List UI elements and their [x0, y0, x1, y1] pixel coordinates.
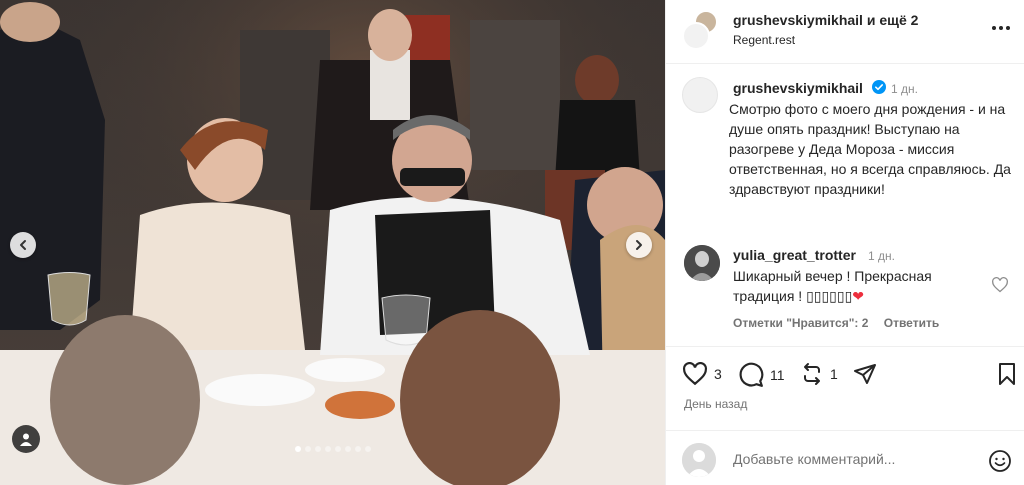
share-button[interactable]	[852, 362, 878, 386]
save-button[interactable]	[996, 362, 1018, 386]
comment-time[interactable]: 1 дн.	[868, 249, 895, 263]
like-comment-heart-icon[interactable]	[991, 277, 1009, 293]
post-side-panel: grushevskiymikhail и ещё 2 Regent.rest g…	[665, 0, 1024, 485]
comment-count: 11	[770, 367, 785, 383]
author-username[interactable]: grushevskiymikhail	[733, 12, 863, 28]
heart-icon	[683, 362, 707, 386]
carousel-dot	[324, 446, 331, 452]
commenter-photo	[684, 245, 720, 281]
author-avatars[interactable]	[682, 10, 722, 50]
carousel-dot	[354, 446, 361, 452]
post-authors: grushevskiymikhail и ещё 2	[733, 12, 918, 28]
avatar	[682, 443, 716, 477]
repost-icon	[804, 363, 820, 385]
verified-badge-icon	[872, 80, 886, 94]
more-horizontal-icon[interactable]	[990, 18, 1012, 38]
coauthors-link[interactable]: и ещё 2	[867, 12, 919, 28]
emoji-icon[interactable]	[988, 449, 1012, 473]
post-header: grushevskiymikhail и ещё 2 Regent.rest	[666, 0, 1024, 64]
repost-count: 1	[830, 366, 838, 382]
post-date[interactable]: День назад	[684, 397, 747, 411]
carousel-dot	[334, 446, 341, 452]
avatar[interactable]	[684, 245, 720, 281]
comment-likes-link[interactable]: Отметки "Нравится": 2	[733, 316, 868, 330]
like-button[interactable]: 3	[682, 362, 722, 386]
red-heart-emoji: ❤	[852, 288, 865, 304]
carousel-dot	[344, 446, 351, 452]
reply-button[interactable]: Ответить	[884, 316, 939, 330]
user-icon	[20, 433, 32, 446]
party-photo	[0, 0, 665, 485]
send-icon	[854, 364, 876, 384]
carousel-indicators	[0, 446, 665, 452]
repost-button[interactable]: 1	[800, 362, 838, 386]
avatar[interactable]	[682, 77, 718, 113]
comment-bubble-icon	[739, 362, 764, 387]
avatar	[682, 22, 710, 50]
bookmark-icon	[999, 363, 1015, 385]
comment-body: Шикарный вечер ! Прекрасная традиция ! ▯…	[733, 268, 932, 304]
chevron-right-icon	[636, 240, 642, 250]
carousel-dot	[294, 446, 301, 452]
post-photo[interactable]	[0, 0, 665, 485]
carousel-dot	[314, 446, 321, 452]
comment-username[interactable]: yulia_great_trotter	[733, 247, 856, 263]
comments-section: grushevskiymikhail 1 дн. Смотрю фото с м…	[666, 65, 1024, 345]
caption-username[interactable]: grushevskiymikhail	[733, 80, 863, 96]
comment-meta: Отметки "Нравится": 2 Ответить	[733, 316, 951, 330]
carousel-dot	[304, 446, 311, 452]
previous-photo-button[interactable]	[10, 232, 36, 258]
caption-text: Смотрю фото с моего дня рождения - и на …	[729, 101, 1011, 197]
post-actions: 3 11 1 День назад	[666, 346, 1024, 426]
carousel-dot	[364, 446, 371, 452]
default-user-icon	[682, 443, 716, 477]
comment-text: Шикарный вечер ! Прекрасная традиция ! ▯…	[733, 266, 973, 306]
comment-input[interactable]	[733, 451, 973, 467]
comment-button[interactable]: 11	[738, 362, 785, 388]
chevron-left-icon	[20, 240, 26, 250]
location-link[interactable]: Regent.rest	[733, 33, 795, 47]
next-photo-button[interactable]	[626, 232, 652, 258]
add-comment-bar	[666, 430, 1024, 485]
like-count: 3	[714, 366, 722, 382]
caption-time[interactable]: 1 дн.	[891, 82, 918, 96]
